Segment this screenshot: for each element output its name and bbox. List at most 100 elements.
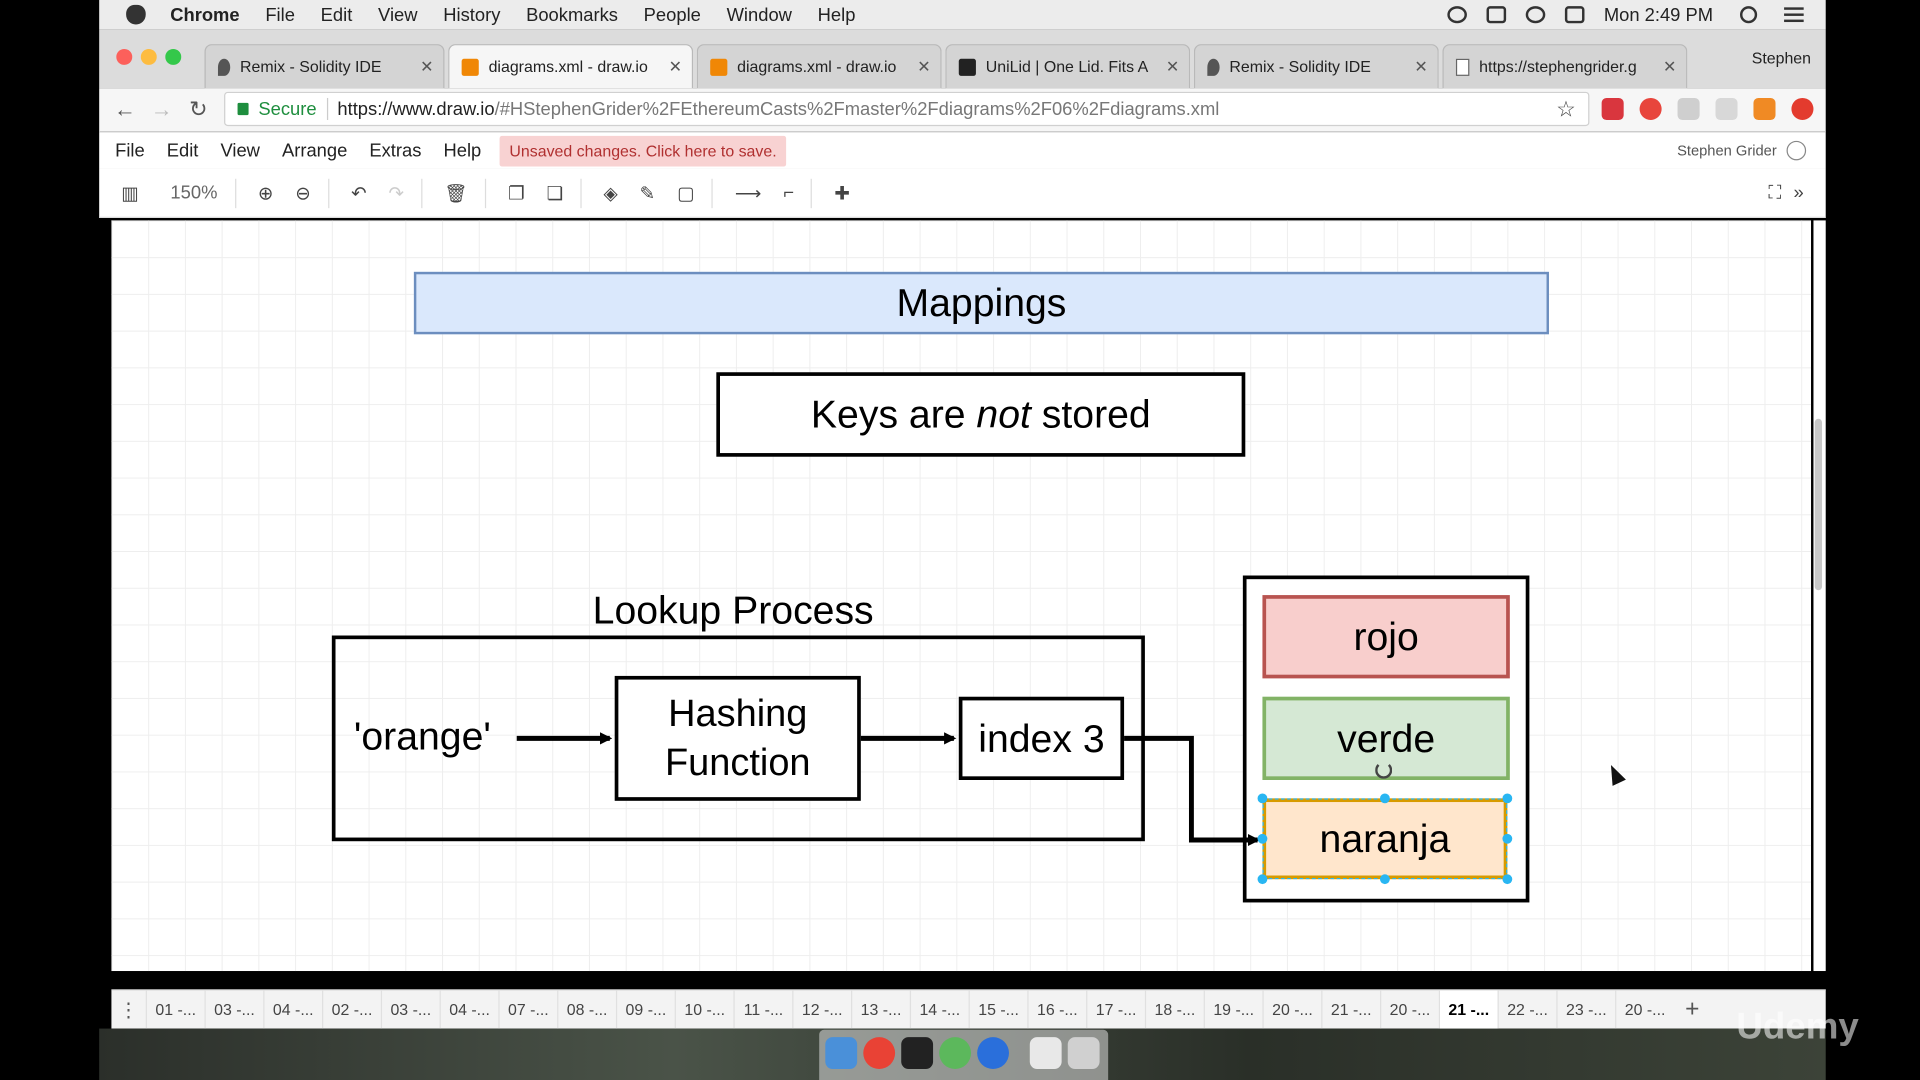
menu-file[interactable]: File [265, 4, 295, 25]
key-orange-label[interactable]: 'orange' [354, 714, 491, 759]
delete-icon[interactable]: 🗑 [444, 182, 467, 204]
rotate-handle-icon[interactable] [1375, 761, 1393, 779]
tab-drawio-active[interactable]: diagrams.xml - draw.io ✕ [448, 44, 694, 89]
wifi-icon[interactable] [1525, 6, 1546, 24]
extension-icon[interactable] [1715, 97, 1738, 121]
page-tab[interactable]: 03 -... [380, 990, 440, 1030]
menu-help[interactable]: Help [818, 4, 856, 25]
resize-handle[interactable] [1257, 793, 1268, 804]
drawio-menu-arrange[interactable]: Arrange [282, 140, 347, 161]
menu-history[interactable]: History [443, 4, 500, 25]
page-tab-active[interactable]: 21 -... [1438, 990, 1498, 1030]
to-front-icon[interactable]: ❐ [508, 182, 524, 204]
close-tab-icon[interactable]: ✕ [1166, 57, 1179, 77]
documents-icon[interactable] [1029, 1037, 1062, 1069]
index-3-shape[interactable]: index 3 [958, 696, 1125, 781]
globe-icon[interactable] [1786, 140, 1807, 161]
shadow-icon[interactable]: ▢ [677, 182, 694, 204]
page-tab[interactable]: 23 -... [1556, 990, 1615, 1030]
opera-icon[interactable] [1639, 97, 1662, 121]
add-page-icon[interactable]: + [1674, 996, 1711, 1024]
notification-center-icon[interactable] [1784, 7, 1804, 23]
close-tab-icon[interactable]: ✕ [420, 57, 433, 77]
zoom-in-icon[interactable]: ⊕ [258, 182, 273, 204]
vertical-scroll-thumb[interactable] [1814, 418, 1823, 591]
page-tab[interactable]: 16 -... [1027, 990, 1086, 1030]
menu-bookmarks[interactable]: Bookmarks [526, 4, 618, 25]
zoom-level[interactable]: 150% [170, 182, 217, 203]
tab-drawio-2[interactable]: diagrams.xml - draw.io ✕ [696, 44, 942, 89]
collapse-toolbar-icon[interactable]: » [1793, 182, 1803, 203]
url-bar[interactable]: Secure https://www.draw.io /#HStephenGri… [224, 91, 1590, 127]
insert-icon[interactable]: ✚ [834, 182, 849, 204]
trash-icon[interactable] [1067, 1037, 1100, 1069]
zoom-out-icon[interactable]: ⊖ [295, 182, 310, 204]
keys-not-stored-shape[interactable]: Keys are not stored [716, 372, 1246, 457]
page-tab[interactable]: 17 -... [1086, 990, 1145, 1030]
spotlight-icon[interactable] [1740, 6, 1758, 24]
extension-icon[interactable] [1601, 97, 1624, 121]
waypoints-icon[interactable]: ⌐ [783, 182, 794, 203]
menu-window[interactable]: Window [727, 4, 792, 25]
close-tab-icon[interactable]: ✕ [669, 57, 682, 77]
page-tab[interactable]: 07 -... [498, 990, 557, 1030]
menu-app-name[interactable]: Chrome [170, 4, 239, 25]
drawio-menu-edit[interactable]: Edit [167, 140, 199, 161]
drawio-menu-help[interactable]: Help [443, 140, 481, 161]
resize-handle[interactable] [1257, 833, 1268, 844]
pages-menu-icon[interactable]: ⋮ [111, 997, 145, 1021]
diagram-canvas[interactable]: Mappings Keys are not stored Lookup Proc… [111, 220, 1812, 972]
to-back-icon[interactable]: ❏ [547, 182, 563, 204]
minimize-window-button[interactable] [140, 48, 157, 65]
page-tab[interactable]: 13 -... [851, 990, 910, 1030]
page-tab[interactable]: 04 -... [263, 990, 322, 1030]
format-panel-icon[interactable]: ▥ [121, 182, 138, 204]
resize-handle[interactable] [1380, 793, 1390, 804]
user-menu[interactable]: Stephen Grider [1677, 142, 1777, 159]
css-extension-icon[interactable] [1677, 97, 1700, 121]
close-window-button[interactable] [116, 48, 133, 65]
page-tab[interactable]: 19 -... [1203, 990, 1263, 1030]
resize-handle[interactable] [1502, 874, 1513, 885]
undo-icon[interactable]: ↶ [351, 182, 366, 204]
menu-view[interactable]: View [378, 4, 417, 25]
page-tab[interactable]: 12 -... [792, 990, 851, 1030]
page-tab[interactable]: 20 -... [1615, 990, 1674, 1030]
page-tab[interactable]: 22 -... [1497, 990, 1557, 1030]
page-tab[interactable]: 09 -... [615, 990, 675, 1030]
forward-icon[interactable]: → [143, 97, 180, 123]
battery-icon[interactable] [1564, 6, 1585, 24]
redo-icon[interactable]: ↷ [389, 182, 404, 204]
back-icon[interactable]: ← [107, 97, 144, 123]
resize-handle[interactable] [1502, 833, 1513, 844]
hashing-function-shape[interactable]: Hashing Function [614, 675, 861, 801]
extension-icon[interactable] [1791, 97, 1814, 121]
drawio-menu-extras[interactable]: Extras [369, 140, 421, 161]
resize-handle[interactable] [1502, 793, 1513, 804]
page-tab[interactable]: 21 -... [1321, 990, 1380, 1030]
connection-style-icon[interactable]: ⟶ [735, 182, 761, 204]
vertical-scrollbar[interactable] [1813, 220, 1826, 972]
app-icon[interactable] [977, 1037, 1009, 1069]
tab-stephengrider[interactable]: https://stephengrider.g ✕ [1442, 44, 1688, 89]
line-color-icon[interactable]: ✎ [640, 182, 655, 204]
app-icon[interactable] [939, 1037, 972, 1069]
lookup-process-label[interactable]: Lookup Process [593, 588, 874, 633]
clock[interactable]: Mon 2:49 PM [1604, 4, 1713, 25]
apple-icon[interactable] [126, 4, 146, 25]
close-tab-icon[interactable]: ✕ [1414, 57, 1427, 77]
extension-icon[interactable] [1753, 97, 1776, 121]
fill-color-icon[interactable]: ◈ [603, 182, 617, 204]
tab-unilid[interactable]: UniLid | One Lid. Fits A ✕ [945, 44, 1191, 89]
record-icon[interactable] [1447, 6, 1467, 24]
unsaved-changes-button[interactable]: Unsaved changes. Click here to save. [499, 135, 787, 166]
page-tab[interactable]: 03 -... [204, 990, 263, 1030]
page-tab[interactable]: 10 -... [674, 990, 734, 1030]
glasses-icon[interactable] [1486, 6, 1506, 24]
tab-remix-1[interactable]: Remix - Solidity IDE ✕ [204, 44, 445, 89]
chrome-icon[interactable] [863, 1037, 896, 1069]
menu-edit[interactable]: Edit [321, 4, 353, 25]
close-tab-icon[interactable]: ✕ [917, 57, 930, 77]
page-tab[interactable]: 11 -... [733, 990, 792, 1030]
page-tab[interactable]: 20 -... [1262, 990, 1321, 1030]
